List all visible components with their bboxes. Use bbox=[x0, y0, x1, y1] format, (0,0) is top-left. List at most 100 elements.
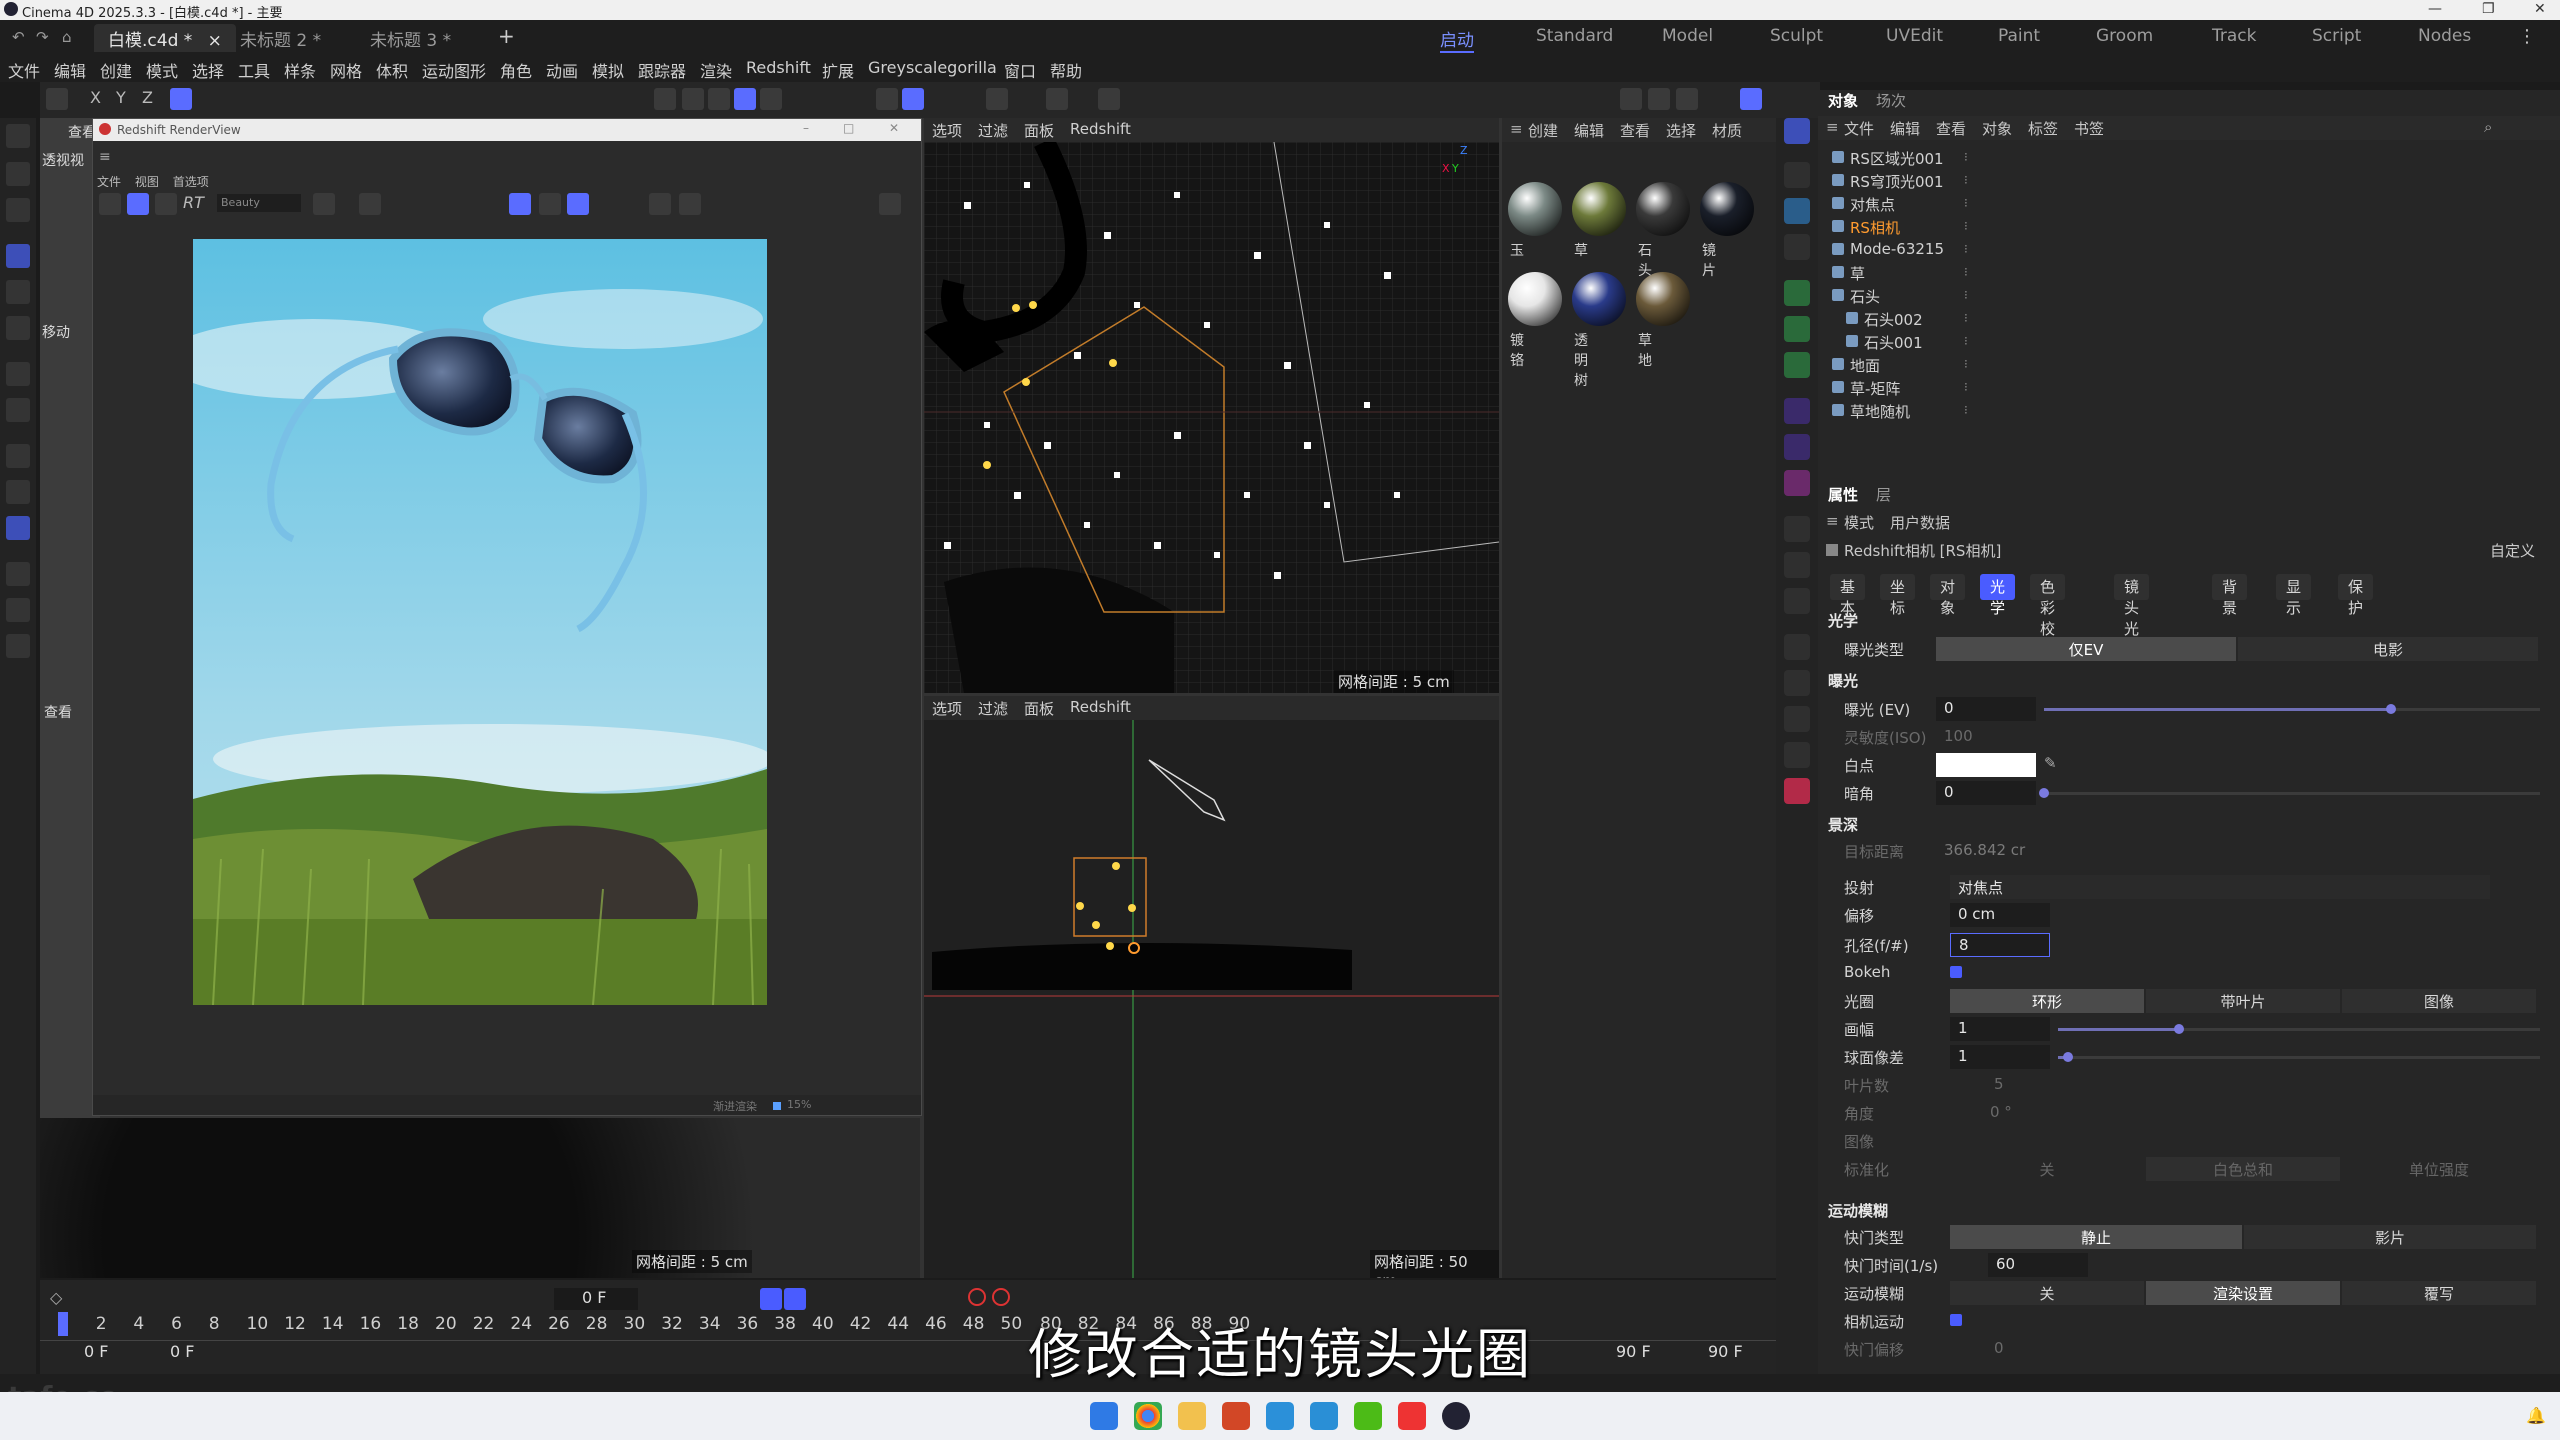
object-row[interactable]: RS穹顶光001 ⁝ bbox=[1818, 169, 2558, 192]
attr-tab[interactable]: 保护 bbox=[2338, 574, 2374, 617]
layout-groom[interactable]: Groom bbox=[2096, 26, 2153, 46]
renderview-titlebar[interactable]: Redshift RenderView – □ ✕ bbox=[93, 119, 921, 141]
vp1-menu-panel[interactable]: 面板 bbox=[1024, 120, 1054, 141]
obj-menu-edit[interactable]: 编辑 bbox=[1890, 118, 1920, 139]
material-swatch[interactable] bbox=[1508, 182, 1562, 236]
aperture-bladed[interactable]: 带叶片 bbox=[2146, 989, 2340, 1013]
visibility-dots-icon[interactable]: ⁝ bbox=[1964, 403, 1968, 417]
material-swatch[interactable] bbox=[1572, 182, 1626, 236]
object-row[interactable]: 石头 ⁝ bbox=[1818, 284, 2558, 307]
home-icon[interactable]: ⌂ bbox=[62, 28, 72, 46]
layout-nodes[interactable]: Nodes bbox=[2418, 26, 2471, 46]
menu-character[interactable]: 角色 bbox=[500, 58, 532, 82]
exposure-type-ev[interactable]: 仅EV bbox=[1936, 637, 2236, 661]
mat-menu-select[interactable]: 选择 bbox=[1666, 120, 1696, 141]
scale-tool-icon[interactable] bbox=[6, 316, 30, 340]
rv-refresh-icon[interactable] bbox=[155, 193, 177, 215]
visibility-dots-icon[interactable]: ⁝ bbox=[1964, 380, 1968, 394]
ev-slider[interactable] bbox=[2044, 704, 2540, 714]
ratio-field[interactable]: 1 bbox=[1950, 1017, 2050, 1041]
menu-volume[interactable]: 体积 bbox=[376, 58, 408, 82]
paint-icon[interactable] bbox=[6, 562, 30, 586]
start-icon[interactable] bbox=[1090, 1402, 1118, 1430]
cinema4d-taskbar-icon[interactable] bbox=[1442, 1402, 1470, 1430]
rv-snapshot-icon[interactable] bbox=[313, 193, 335, 215]
menu-help[interactable]: 帮助 bbox=[1050, 58, 1082, 82]
app2-icon[interactable] bbox=[1398, 1402, 1426, 1430]
more-icon[interactable]: ⋮ bbox=[2518, 26, 2536, 47]
menu-extensions[interactable]: 扩展 bbox=[822, 58, 854, 82]
attr-tab[interactable]: 对象 bbox=[1930, 574, 1966, 617]
vp2-menu-redshift[interactable]: Redshift bbox=[1070, 698, 1131, 716]
ratio-slider-knob[interactable] bbox=[2173, 1024, 2184, 1034]
top-viewport[interactable]: 选项 过滤 面板 Redshift Z X Y 网格间距 : 5 cm bbox=[924, 118, 1499, 693]
shutter-movie[interactable]: 影片 bbox=[2244, 1225, 2536, 1249]
attr-tab[interactable]: 光学 bbox=[1980, 574, 2016, 617]
mat-menu-edit[interactable]: 编辑 bbox=[1574, 120, 1604, 141]
visibility-dots-icon[interactable]: ⁝ bbox=[1964, 288, 1968, 302]
attr-tab[interactable]: 色彩校正 bbox=[2030, 574, 2066, 659]
material-swatch[interactable] bbox=[1636, 182, 1690, 236]
visibility-dots-icon[interactable]: ⁝ bbox=[1964, 265, 1968, 279]
menu-tracker[interactable]: 跟踪器 bbox=[638, 58, 686, 82]
menu-tools[interactable]: 工具 bbox=[238, 58, 270, 82]
tab-layers[interactable]: 层 bbox=[1876, 484, 1891, 505]
menu-window[interactable]: 窗口 bbox=[1004, 58, 1036, 82]
workplane-icon[interactable] bbox=[902, 88, 924, 110]
vignette-slider[interactable] bbox=[2039, 788, 2540, 798]
store-icon[interactable] bbox=[1266, 1402, 1294, 1430]
sculpt-icon[interactable] bbox=[6, 516, 30, 540]
obj-menu-view[interactable]: 查看 bbox=[1936, 118, 1966, 139]
knife-tool-icon[interactable] bbox=[6, 398, 30, 422]
cube-icon[interactable] bbox=[1784, 162, 1810, 188]
motion-blur-off[interactable]: 关 bbox=[1950, 1281, 2144, 1305]
undo-icon[interactable]: ↶ bbox=[12, 28, 25, 46]
text-icon[interactable] bbox=[1784, 234, 1810, 260]
material-swatch[interactable] bbox=[1508, 272, 1562, 326]
menu-greyscalegorilla[interactable]: Greyscalegorilla bbox=[868, 58, 997, 77]
vp1-menu-options[interactable]: 选项 bbox=[932, 120, 962, 141]
menu-select[interactable]: 选择 bbox=[192, 58, 224, 82]
redshift-renderview-window[interactable]: Redshift RenderView – □ ✕ ≡ 文件 视图 首选项 RT… bbox=[92, 118, 922, 1116]
ev-slider-knob[interactable] bbox=[2386, 704, 2397, 714]
redo-icon[interactable]: ↷ bbox=[36, 28, 49, 46]
rv-render-icon[interactable] bbox=[127, 193, 149, 215]
wechat-icon[interactable] bbox=[1354, 1402, 1382, 1430]
doc-tab-3[interactable]: 未标题 3 * bbox=[356, 24, 465, 52]
menu-simulate[interactable]: 模拟 bbox=[592, 58, 624, 82]
object-row[interactable]: 石头001 ⁝ bbox=[1818, 330, 2558, 353]
powerpoint-icon[interactable] bbox=[1222, 1402, 1250, 1430]
deformer-icon[interactable] bbox=[1784, 352, 1810, 378]
layout-track[interactable]: Track bbox=[2212, 26, 2256, 46]
primitive-icon[interactable] bbox=[1784, 198, 1810, 224]
sky-icon[interactable] bbox=[1784, 634, 1810, 660]
obj-menu-tag[interactable]: 标签 bbox=[2028, 118, 2058, 139]
preview-range-icon[interactable] bbox=[784, 1288, 806, 1310]
aberration-field[interactable]: 1 bbox=[1950, 1045, 2050, 1069]
scene-icon[interactable] bbox=[1784, 516, 1810, 542]
effector-icon[interactable] bbox=[1784, 434, 1810, 460]
object-row[interactable]: 地面 ⁝ bbox=[1818, 353, 2558, 376]
menu-edit[interactable]: 编辑 bbox=[54, 58, 86, 82]
layout-icon[interactable] bbox=[1648, 88, 1670, 110]
visibility-dots-icon[interactable]: ⁝ bbox=[1964, 173, 1968, 187]
notification-icon[interactable]: 🔔 bbox=[2526, 1406, 2546, 1425]
visibility-dots-icon[interactable]: ⁝ bbox=[1964, 357, 1968, 371]
projection-link-field[interactable]: 对焦点 bbox=[1950, 875, 2490, 899]
shutter-still[interactable]: 静止 bbox=[1950, 1225, 2242, 1249]
keyframe-icon[interactable]: ◇ bbox=[50, 1288, 62, 1307]
exposure-type-film[interactable]: 电影 bbox=[2238, 637, 2538, 661]
object-row[interactable]: RS相机 ⁝ bbox=[1818, 215, 2558, 238]
minimize-icon[interactable]: — bbox=[2428, 1, 2442, 17]
material-swatch[interactable] bbox=[1572, 272, 1626, 326]
tab-takes[interactable]: 场次 bbox=[1876, 90, 1906, 111]
vignette-slider-knob[interactable] bbox=[2039, 788, 2049, 798]
snap-icon[interactable] bbox=[876, 88, 898, 110]
layout-sculpt[interactable]: Sculpt bbox=[1770, 26, 1823, 46]
search-icon[interactable] bbox=[6, 124, 30, 148]
ev-field[interactable]: 0 bbox=[1936, 697, 2036, 721]
shutter-time-field[interactable]: 60 bbox=[1988, 1253, 2088, 1277]
render-view-icon[interactable] bbox=[986, 88, 1008, 110]
menu-animate[interactable]: 动画 bbox=[546, 58, 578, 82]
object-row[interactable]: 石头002 ⁝ bbox=[1818, 307, 2558, 330]
